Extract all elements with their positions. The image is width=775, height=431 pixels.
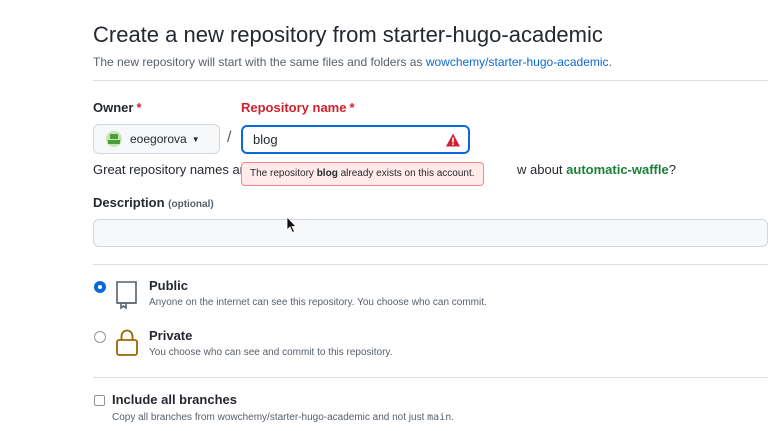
mouse-cursor-icon [286, 216, 297, 234]
private-option-title[interactable]: Private [149, 328, 192, 343]
lock-icon [116, 329, 138, 356]
branches-desc-end: . [451, 412, 455, 423]
subtitle-end: . [608, 55, 612, 69]
divider [93, 80, 768, 81]
owner-label: Owner * [93, 100, 142, 115]
alert-triangle-icon [446, 133, 460, 147]
repo-icon [116, 281, 137, 310]
owner-label-text: Owner [93, 100, 134, 115]
description-label-text: Description [93, 195, 165, 210]
divider [93, 377, 768, 378]
public-option-description: Anyone on the internet can see this repo… [149, 297, 487, 308]
hint-question-mark: ? [668, 162, 676, 177]
error-tooltip-suffix: already exists on this account. [337, 168, 475, 179]
description-optional-tag: (optional) [168, 199, 214, 210]
owner-repo-separator: / [227, 129, 232, 146]
repo-name-label: Repository name * [241, 100, 355, 115]
repo-name-value: blog [253, 132, 278, 147]
error-tooltip-prefix: The repository [250, 168, 317, 179]
suggested-repo-name[interactable]: automatic-waffle [566, 162, 669, 177]
error-tooltip-repo: blog [316, 168, 338, 179]
branches-desc-text: Copy all branches from wowchemy/starter-… [112, 412, 428, 423]
default-branch-code: main [427, 412, 452, 423]
triangle-down-icon: ▼ [191, 134, 200, 144]
include-all-branches-checkbox[interactable] [94, 395, 105, 406]
divider [93, 264, 768, 265]
page-title: Create a new repository from starter-hug… [93, 22, 603, 47]
avatar [106, 131, 122, 147]
owner-dropdown-button[interactable]: eoegorova ▼ [93, 124, 220, 154]
private-option-description: You choose who can see and commit to thi… [149, 347, 393, 358]
public-radio[interactable] [94, 281, 106, 293]
private-radio[interactable] [94, 331, 106, 343]
public-option-title[interactable]: Public [149, 278, 188, 293]
owner-required-mark: * [136, 100, 142, 115]
repo-name-label-text: Repository name [241, 100, 347, 115]
error-tooltip: The repository blog already exists on th… [241, 162, 484, 186]
description-label: Description (optional) [93, 195, 214, 210]
owner-selected-value: eoegorova [130, 132, 187, 146]
hint-suffix: w about [517, 162, 567, 177]
repo-name-required-mark: * [349, 100, 355, 115]
repo-name-suggestion-line: w about automatic-waffle? [517, 162, 676, 177]
template-repo-link[interactable]: wowchemy/starter-hugo-academic [426, 55, 609, 69]
include-all-branches-description: Copy all branches from wowchemy/starter-… [112, 412, 454, 423]
include-all-branches-label[interactable]: Include all branches [112, 392, 237, 407]
page-subtitle: The new repository will start with the s… [93, 55, 612, 69]
repo-name-input[interactable]: blog [241, 125, 470, 154]
subtitle-text: The new repository will start with the s… [93, 55, 426, 69]
repo-name-hint: Great repository names ar [93, 162, 245, 177]
description-input[interactable] [93, 219, 768, 247]
